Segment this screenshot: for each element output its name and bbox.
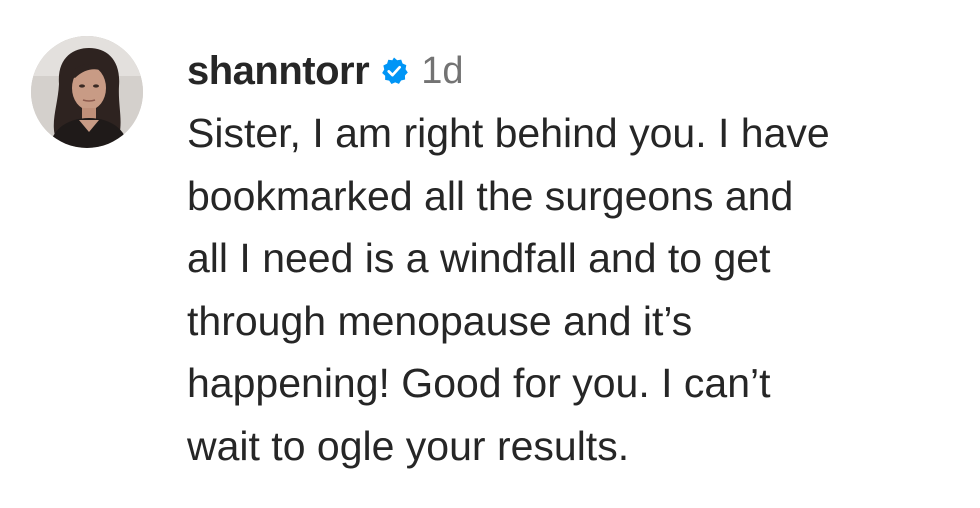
- comment-text: Sister, I am right behind you. I have bo…: [187, 102, 967, 477]
- timestamp[interactable]: 1d: [421, 50, 463, 93]
- comment-text-line: wait to ogle your results.: [187, 422, 630, 469]
- comment-body: shanntorr 1d Sister, I am right behind y…: [187, 40, 967, 477]
- verified-badge-icon: [379, 56, 409, 86]
- comment-text-line: bookmarked all the surgeons and: [187, 172, 794, 219]
- comment: shanntorr 1d Sister, I am right behind y…: [0, 0, 980, 508]
- comment-text-line: happening! Good for you. I can’t: [187, 360, 771, 406]
- comment-header: shanntorr 1d: [187, 40, 967, 102]
- username-link[interactable]: shanntorr: [187, 49, 370, 94]
- avatar-image: [31, 36, 143, 148]
- comment-text-line: through menopause and it’s: [187, 297, 693, 344]
- comment-text-line: all I need is a windfall and to get: [187, 235, 771, 281]
- avatar[interactable]: [31, 36, 143, 148]
- comment-text-line: Sister, I am right behind you. I have: [187, 110, 830, 156]
